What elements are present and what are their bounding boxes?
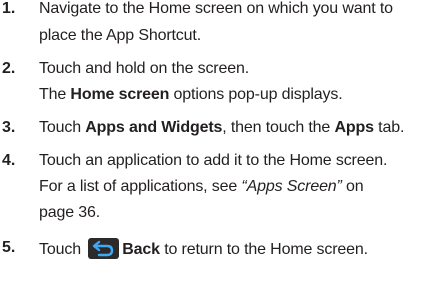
step-2-line-2-pre: The [39,86,71,103]
step-1-line-1: Navigate to the Home screen on which you… [39,0,393,17]
step-5-line-1: Touch Back to return to the Home screen. [39,238,368,260]
step-2-line-1: Touch and hold on the screen. [39,60,250,77]
back-arrow-icon [88,238,120,259]
step-5-post: to return to the Home screen. [159,241,368,258]
step-3-post: tab. [373,119,405,136]
step-3-mid: , then touch the [222,119,335,136]
step-4-line-3: page 36. [39,204,101,221]
step-2-line-2-rest: options pop-up displays. [169,86,343,103]
back-arrow-glyph [93,240,114,257]
apps-and-widgets-term: Apps and Widgets [85,119,223,136]
step-3-number: 3. [2,119,16,136]
step-2-number: 2. [2,60,16,77]
step-4-line-2-post: on [341,178,364,195]
step-3-line-1: Touch Apps and Widgets, then touch the A… [39,118,404,138]
step-4-line-2: For a list of applications, see “Apps Sc… [39,177,364,197]
step-4-number: 4. [2,152,16,169]
step-4-line-2-pre: For a list of applications, see [39,178,242,195]
step-5-number: 5. [2,239,16,256]
step-5-pre: Touch [39,241,86,258]
apps-tab-term: Apps [334,119,374,136]
back-term: Back [122,241,160,258]
step-1-line-2: place the App Shortcut. [39,27,201,44]
apps-screen-reference: “Apps Screen” [241,178,342,195]
step-2-line-2: The Home screen options pop-up displays. [39,85,343,105]
instruction-steps: 1. Navigate to the Home screen on which … [0,0,446,288]
step-3-pre: Touch [39,119,86,136]
step-4-line-1: Touch an application to add it to the Ho… [39,152,388,169]
step-1-number: 1. [2,0,16,17]
home-screen-term: Home screen [70,86,170,103]
